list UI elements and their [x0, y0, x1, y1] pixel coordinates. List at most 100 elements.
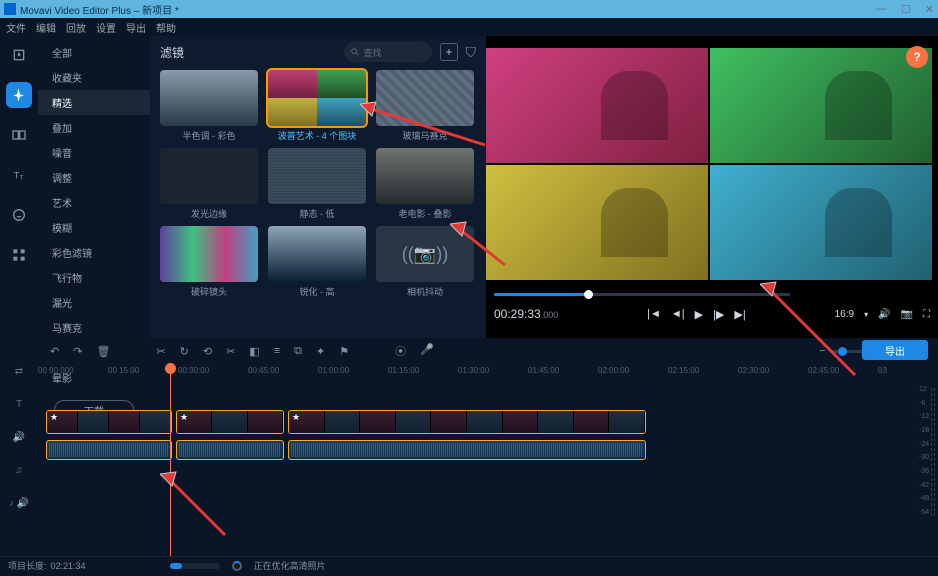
record-icon[interactable]: ⦿: [395, 343, 406, 359]
preview-image: [486, 48, 932, 280]
delete-icon[interactable]: 🗑: [96, 345, 110, 358]
track-link-icon[interactable]: ♫: [15, 465, 23, 476]
duration-label: 项目长度:: [8, 559, 47, 572]
transition-icon[interactable]: ⧉: [294, 345, 302, 358]
redo-icon[interactable]: ↷: [73, 345, 82, 358]
track-settings-icon[interactable]: ⇄: [15, 366, 23, 377]
next-clip-icon[interactable]: ▶|: [734, 308, 745, 321]
track-audio-icon[interactable]: ♪ 🔊: [9, 498, 29, 509]
maximize-button[interactable]: ☐: [901, 3, 911, 16]
cat-featured[interactable]: 精选: [38, 90, 150, 115]
track-text-icon[interactable]: T: [16, 399, 22, 410]
menu-settings[interactable]: 设置: [96, 20, 116, 35]
play-icon[interactable]: ▶: [695, 308, 703, 321]
filter-item[interactable]: 静态 - 低: [268, 148, 366, 220]
rail-titles-icon[interactable]: TT: [6, 162, 32, 188]
filter-item[interactable]: ((📷))相机抖动: [376, 226, 474, 298]
audio-meters: 12-6-12-18-24-30-36-42-48-54: [916, 364, 938, 556]
close-button[interactable]: ✕: [925, 3, 934, 16]
menu-bar: 文件 编辑 回放 设置 导出 帮助: [0, 18, 938, 36]
menu-edit[interactable]: 编辑: [36, 20, 56, 35]
crop2-icon[interactable]: ✂: [226, 345, 235, 358]
aspect-ratio[interactable]: 16:9: [835, 309, 854, 320]
audio-clip[interactable]: [288, 440, 646, 460]
add-button[interactable]: [440, 43, 458, 61]
timeline: ⇄ T 🔊 ♫ ♪ 🔊 00 00 000 00 15 00 00:30:00 …: [0, 364, 938, 556]
window-title: Movavi Video Editor Plus – 新项目 *: [20, 2, 876, 17]
step-fwd-icon[interactable]: |▶: [713, 308, 724, 321]
color-icon[interactable]: ◧: [249, 345, 259, 358]
cut-icon[interactable]: ✂: [156, 345, 165, 358]
search-input[interactable]: 查找: [344, 42, 432, 62]
rail-filters-icon[interactable]: [6, 82, 32, 108]
progress-bar: [170, 563, 220, 569]
cat-lightleak[interactable]: 漏光: [38, 290, 150, 315]
filter-item[interactable]: 老电影 - 叠影: [376, 148, 474, 220]
category-sidebar: 全部 收藏夹 精选 叠加 噪音 调整 艺术 模糊 彩色滤镜 飞行物 漏光 马赛克…: [38, 36, 150, 338]
app-icon: [4, 3, 16, 15]
audio-clip[interactable]: [46, 440, 172, 460]
marker-icon[interactable]: ⚑: [339, 345, 349, 358]
video-clip[interactable]: ★: [176, 410, 284, 434]
cat-art[interactable]: 艺术: [38, 190, 150, 215]
cat-mosaic[interactable]: 马赛克: [38, 315, 150, 340]
cat-overlay[interactable]: 叠加: [38, 115, 150, 140]
volume-icon[interactable]: 🔊: [878, 309, 890, 320]
filter-item[interactable]: 锐化 - 高: [268, 226, 366, 298]
filter-item[interactable]: 半色调 - 彩色: [160, 70, 258, 142]
filter-item[interactable]: 波普艺术 - 4 个图块: [268, 70, 366, 142]
track-video-icon[interactable]: 🔊: [13, 432, 25, 443]
cart-icon[interactable]: ⛉: [466, 44, 477, 61]
audio-clip[interactable]: [176, 440, 284, 460]
star-icon: ★: [50, 412, 58, 423]
menu-help[interactable]: 帮助: [156, 20, 176, 35]
cat-adjust[interactable]: 调整: [38, 165, 150, 190]
video-clip[interactable]: ★: [288, 410, 646, 434]
mic-icon[interactable]: 🎤: [420, 343, 434, 359]
seek-bar[interactable]: [494, 286, 930, 300]
preview-area: ? 00:29:33.000 |◄ ◄| ▶ |▶ ▶| 16:9▾ 🔊 📷: [486, 36, 938, 338]
menu-playback[interactable]: 回放: [66, 20, 86, 35]
crop-icon[interactable]: ⟲: [203, 345, 212, 358]
prev-clip-icon[interactable]: |◄: [647, 308, 661, 321]
svg-text:T: T: [20, 175, 24, 182]
rail-import-icon[interactable]: [6, 42, 32, 68]
search-placeholder: 查找: [364, 46, 382, 59]
help-button[interactable]: ?: [906, 46, 928, 68]
status-bar: 项目长度: 02:21:34 正在优化高清照片: [0, 556, 938, 574]
timeline-body[interactable]: 00 00 000 00 15 00 00:30:00 00:45:00 01:…: [38, 364, 916, 556]
snapshot-icon[interactable]: 📷: [901, 309, 913, 320]
cat-flying[interactable]: 飞行物: [38, 265, 150, 290]
fullscreen-icon[interactable]: ⛶: [923, 309, 930, 320]
rail-stickers-icon[interactable]: [6, 202, 32, 228]
video-clip[interactable]: ★: [46, 410, 172, 434]
filter-item[interactable]: 破碎镜头: [160, 226, 258, 298]
menu-file[interactable]: 文件: [6, 20, 26, 35]
step-back-icon[interactable]: ◄|: [671, 308, 685, 321]
adjust-icon[interactable]: ≡: [274, 345, 280, 358]
rail-more-icon[interactable]: [6, 242, 32, 268]
wizard-icon[interactable]: ✦: [316, 345, 325, 358]
cat-favorites[interactable]: 收藏夹: [38, 65, 150, 90]
cat-noise[interactable]: 噪音: [38, 140, 150, 165]
cat-blur[interactable]: 模糊: [38, 215, 150, 240]
playhead-time: 00:29:33.000: [494, 307, 558, 321]
minimize-button[interactable]: —: [876, 3, 887, 16]
export-button[interactable]: 导出: [862, 340, 928, 360]
status-text: 正在优化高清照片: [254, 559, 326, 572]
menu-export[interactable]: 导出: [126, 20, 146, 35]
filter-item[interactable]: 发光边缘: [160, 148, 258, 220]
svg-text:T: T: [14, 170, 20, 180]
cat-color[interactable]: 彩色滤镜: [38, 240, 150, 265]
undo-icon[interactable]: ↶: [50, 345, 59, 358]
filter-item[interactable]: 玻璃马赛克: [376, 70, 474, 142]
playhead[interactable]: [170, 364, 171, 556]
rail-transitions-icon[interactable]: [6, 122, 32, 148]
cat-all[interactable]: 全部: [38, 40, 150, 65]
camera-icon: ((📷)): [376, 226, 474, 282]
rotate-icon[interactable]: ↻: [180, 345, 189, 358]
zoom-out-icon[interactable]: −: [819, 345, 825, 357]
star-icon: ★: [180, 412, 188, 423]
star-icon: ★: [292, 412, 300, 423]
duration-value: 02:21:34: [51, 561, 86, 571]
